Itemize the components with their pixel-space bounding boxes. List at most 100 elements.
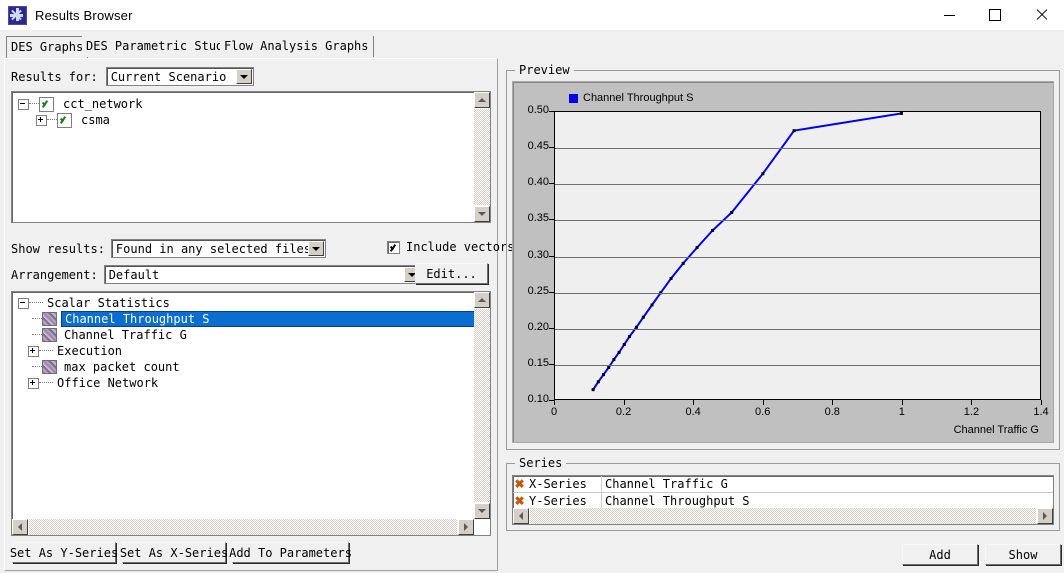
y-axis-tick	[549, 328, 554, 329]
y-axis-tick	[549, 183, 554, 184]
file-tree[interactable]: cct_network csma	[11, 91, 491, 223]
x-axis-tick-label: 0.4	[685, 406, 701, 418]
maximize-button[interactable]	[972, 0, 1018, 30]
collapse-icon[interactable]	[18, 297, 29, 309]
close-button[interactable]	[1018, 0, 1064, 30]
x-axis-tick	[693, 400, 694, 405]
series-row-x[interactable]: ✖ X-Series Channel Traffic G	[513, 476, 1053, 493]
series-name-label: Channel Traffic G	[605, 476, 728, 491]
y-axis-tick	[549, 147, 554, 148]
expand-icon[interactable]	[28, 345, 39, 357]
scroll-right-button[interactable]	[1037, 508, 1053, 524]
stat-tree-item-label: Office Network	[57, 376, 159, 390]
results-browser-window: Results Browser DES Graphs DES Parametri…	[0, 0, 1064, 573]
x-axis-tick-label: 0	[550, 406, 558, 418]
remove-icon[interactable]: ✖	[513, 494, 526, 508]
x-axis-title: Channel Traffic G	[953, 424, 1039, 436]
tree-item-csma[interactable]: csma	[12, 112, 490, 128]
tab-des-graphs[interactable]: DES Graphs	[6, 36, 89, 59]
remove-icon[interactable]: ✖	[513, 477, 526, 491]
set-as-y-series-button[interactable]: Set As Y-Series	[9, 542, 119, 563]
x-axis-tick-label: 0.2	[615, 406, 632, 418]
arrangement-label: Arrangement:	[11, 267, 98, 282]
statistics-tree-horizontal-scrollbar[interactable]	[12, 519, 474, 535]
grid-line	[555, 220, 1040, 221]
minimize-button[interactable]	[926, 0, 972, 30]
stat-tree-item-label: Channel Traffic G	[64, 328, 187, 342]
scroll-track[interactable]	[474, 109, 490, 205]
tree-connector	[32, 366, 42, 368]
stat-tree-item-max-packet-count[interactable]: max packet count	[12, 359, 490, 375]
file-tree-vertical-scrollbar[interactable]	[474, 92, 490, 222]
legend-swatch-icon	[569, 93, 578, 103]
expand-icon[interactable]	[36, 114, 47, 126]
stat-tree-item-label: Scalar Statistics	[47, 296, 170, 310]
collapse-icon[interactable]	[18, 98, 29, 110]
x-axis-tick-label: 1	[898, 406, 905, 418]
grid-line	[555, 329, 1040, 330]
x-axis-tick	[624, 400, 625, 405]
x-axis-tick	[832, 400, 833, 405]
stat-tree-item-label: Channel Throughput S	[61, 311, 490, 327]
scroll-up-button[interactable]	[474, 92, 490, 108]
tree-connector	[32, 318, 42, 320]
include-vectors-row[interactable]: Include vectors	[387, 240, 514, 254]
scroll-left-button[interactable]	[513, 508, 529, 524]
series-list[interactable]: ✖ X-Series Channel Traffic G ✖ Y-Series …	[512, 475, 1054, 525]
plot-area	[554, 111, 1041, 400]
stat-tree-item-execution[interactable]: Execution	[12, 343, 490, 359]
add-to-parameters-button[interactable]: Add To Parameters	[229, 542, 352, 563]
x-axis-tick	[971, 400, 972, 405]
add-button[interactable]: Add	[902, 544, 978, 565]
series-role-label: Y-Series	[526, 492, 602, 510]
stat-tree-item-channel-traffic-g[interactable]: Channel Traffic G	[12, 327, 490, 343]
set-as-x-series-label: Set As X-Series	[119, 545, 229, 560]
tab-flow-analysis-graphs[interactable]: Flow Analysis Graphs	[220, 36, 374, 57]
x-axis-tick	[902, 400, 903, 405]
show-button[interactable]: Show	[985, 544, 1061, 565]
x-axis-tick-label: 0.8	[824, 406, 840, 418]
series-role-label: X-Series	[526, 476, 602, 493]
tree-connector	[32, 334, 42, 336]
arrangement-combo[interactable]: Default	[103, 265, 422, 284]
tree-connector	[39, 350, 53, 352]
chart-line-series	[591, 112, 903, 392]
set-as-x-series-button[interactable]: Set As X-Series	[119, 542, 229, 563]
grid-line	[555, 257, 1040, 258]
include-vectors-checkbox[interactable]	[387, 240, 400, 254]
window-title: Results Browser	[35, 7, 133, 23]
show-results-label: Show results:	[11, 241, 105, 256]
expand-icon[interactable]	[28, 377, 39, 389]
stat-tree-item-scalar-statistics[interactable]: Scalar Statistics	[12, 295, 490, 311]
grid-line	[555, 148, 1040, 149]
y-axis-tick-label: 0.25	[527, 284, 549, 297]
scroll-track[interactable]	[530, 508, 1036, 524]
stat-tree-item-channel-throughput-s[interactable]: Channel Throughput S	[12, 311, 490, 327]
chart-frame[interactable]: Channel Throughput S 0.10 0.15 0.20 0.25 0.3…	[512, 81, 1054, 443]
y-axis-tick	[549, 111, 554, 112]
statistics-tree[interactable]: Scalar Statistics Channel Throughput S C…	[11, 291, 491, 536]
scroll-down-button[interactable]	[474, 206, 490, 222]
checkbox-checked-icon[interactable]	[57, 112, 72, 128]
scroll-track[interactable]	[29, 519, 457, 535]
scroll-track[interactable]	[474, 309, 490, 502]
x-axis-tick-label: 1.2	[963, 406, 980, 418]
show-results-combo[interactable]: Found in any selected files	[110, 239, 326, 258]
edit-button[interactable]: Edit...	[415, 263, 488, 284]
series-list-horizontal-scrollbar[interactable]	[513, 508, 1053, 524]
scroll-up-button[interactable]	[474, 292, 490, 308]
statistics-tree-vertical-scrollbar[interactable]	[474, 292, 490, 519]
set-as-y-series-label: Set As Y-Series	[9, 545, 119, 560]
y-axis-tick	[549, 256, 554, 257]
tree-item-cct-network[interactable]: cct_network	[12, 96, 490, 112]
chevron-down-icon[interactable]	[235, 69, 252, 84]
scroll-left-button[interactable]	[12, 519, 28, 535]
series-group-title: Series	[515, 456, 567, 470]
scroll-right-button[interactable]	[458, 519, 474, 535]
checkbox-checked-icon[interactable]	[39, 96, 54, 112]
scroll-down-button[interactable]	[474, 503, 490, 519]
results-for-combo[interactable]: Current Scenario	[105, 67, 254, 86]
stat-tree-item-office-network[interactable]: Office Network	[12, 375, 490, 391]
minimize-icon	[943, 14, 955, 16]
chevron-down-icon[interactable]	[307, 241, 324, 256]
